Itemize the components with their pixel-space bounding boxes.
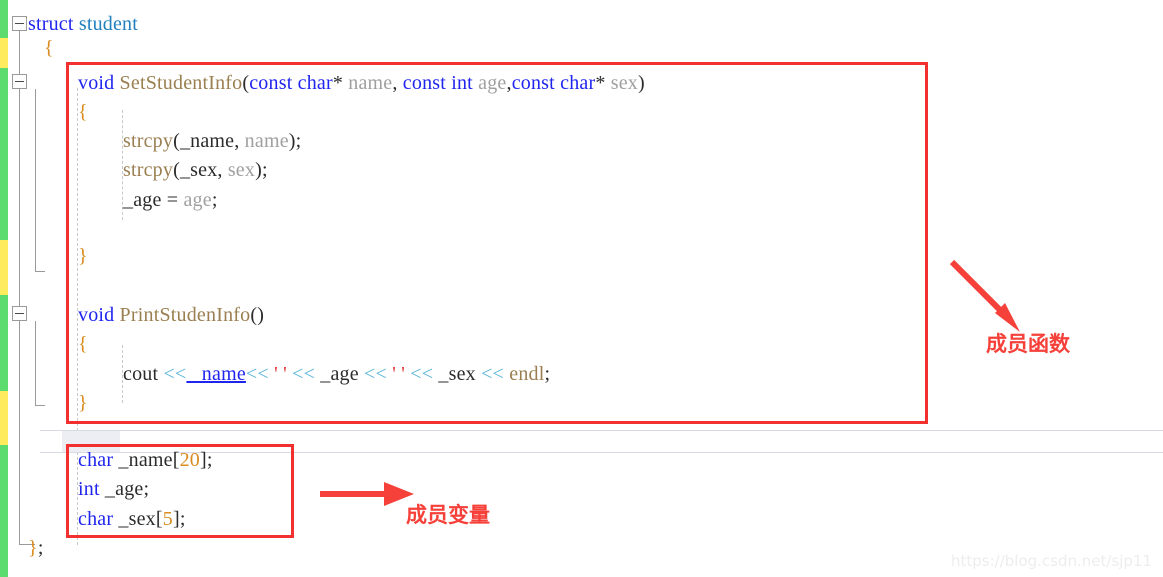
change-bar-unsaved <box>0 240 8 295</box>
token-keyword-struct: struct <box>28 13 74 35</box>
code-line-2[interactable]: { <box>44 38 54 58</box>
fold-elbow-setstudentinfo <box>35 262 45 272</box>
editor-screenshot: struct student { void SetStudentInfo(con… <box>0 0 1163 577</box>
change-bar-unsaved <box>0 38 8 68</box>
selection-rule-top <box>40 430 1163 431</box>
code-folding-gutter <box>8 0 45 577</box>
token-brace-close-struct: } <box>28 537 38 559</box>
change-bar-saved <box>0 68 8 240</box>
fold-toggle-setstudentinfo[interactable] <box>12 74 27 89</box>
change-bar-saved <box>0 0 8 38</box>
fold-toggle-struct[interactable] <box>12 16 27 31</box>
fold-spine-setstudentinfo <box>35 89 36 271</box>
fold-elbow-printstudeninfo <box>35 396 45 406</box>
code-line-19[interactable]: }; <box>28 538 44 558</box>
annotation-member-functions: 成员函数 <box>986 332 1070 356</box>
fold-elbow-struct <box>19 434 35 545</box>
fold-spine-struct <box>19 31 20 434</box>
change-bar-saved <box>0 445 8 577</box>
fold-toggle-printstudeninfo[interactable] <box>12 306 27 321</box>
change-bar-saved <box>0 295 8 391</box>
watermark: https://blog.csdn.net/sjp11 <box>951 552 1153 570</box>
code-line-1[interactable]: struct student <box>28 14 138 34</box>
fold-spine-printstudeninfo <box>35 321 36 405</box>
change-bar-unsaved <box>0 391 8 445</box>
annotation-member-variables: 成员变量 <box>406 503 490 527</box>
token-brace-open-struct: { <box>44 37 54 59</box>
member-variables-highlight-box <box>66 444 294 538</box>
token-semicolon-struct: ; <box>37 537 44 559</box>
token-type-student: student <box>73 13 139 35</box>
member-functions-highlight-box <box>66 62 928 424</box>
